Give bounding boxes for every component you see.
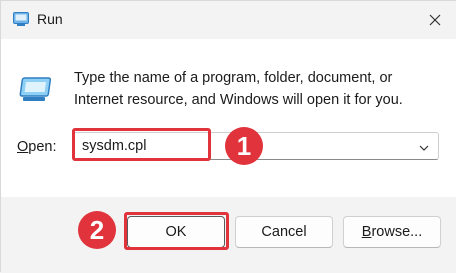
title-bar: Run (1, 1, 456, 39)
browse-label-rest: rowse... (371, 224, 423, 240)
run-dialog: Run Type the name of a program, folder, … (0, 0, 456, 273)
open-label: Open: (17, 139, 57, 155)
highlight-open-input (72, 128, 211, 161)
cancel-button[interactable]: Cancel (235, 216, 333, 248)
close-icon (429, 14, 441, 26)
open-label-rest: pen: (28, 139, 57, 155)
run-icon (13, 12, 29, 26)
browse-accelerator: B (361, 224, 372, 240)
open-label-accelerator: O (17, 139, 29, 155)
chevron-down-icon[interactable] (418, 141, 430, 153)
dialog-description: Type the name of a program, folder, docu… (74, 70, 403, 108)
browse-button[interactable]: Browse... (343, 216, 441, 248)
close-button[interactable] (425, 10, 445, 30)
step-badge-2: 2 (78, 211, 116, 249)
window-title: Run (37, 11, 63, 27)
step-badge-1: 1 (225, 127, 263, 165)
highlight-ok-button (124, 212, 229, 250)
run-program-icon (17, 75, 52, 105)
